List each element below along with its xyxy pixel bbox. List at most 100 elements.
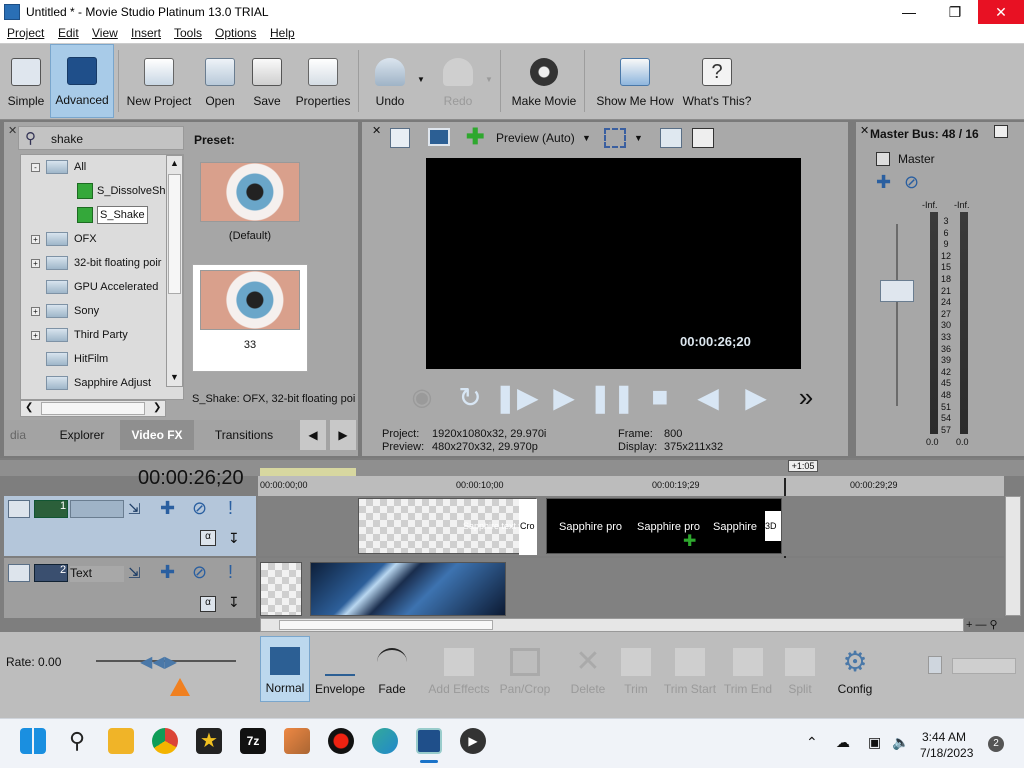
go-to-start-icon[interactable]: ◀	[692, 380, 724, 414]
redo-dropdown[interactable]: ▼	[482, 44, 496, 118]
timeline-scroll-thumb[interactable]	[279, 620, 493, 630]
menu-project[interactable]: Project	[7, 26, 44, 40]
search-icon[interactable]: ⚲	[64, 728, 90, 754]
network-icon[interactable]: ☁	[836, 734, 850, 751]
close-panel-icon[interactable]: ✕	[8, 124, 17, 137]
record-app-icon[interactable]	[328, 728, 354, 754]
solo-icon[interactable]: !	[228, 498, 233, 519]
menu-view[interactable]: View	[92, 26, 118, 40]
advanced-button[interactable]: Advanced	[50, 44, 114, 118]
preset-thumbnail-default[interactable]	[200, 162, 300, 222]
tree-horizontal-scrollbar[interactable]: ❮ ❯	[20, 400, 166, 417]
rate-slider-thumb[interactable]: ◀◀▶	[140, 652, 177, 672]
tab-transitions[interactable]: Transitions	[204, 420, 284, 450]
tree-item[interactable]: + Third Party	[31, 325, 128, 345]
loop-playback-icon[interactable]: ↻	[454, 380, 486, 414]
tree-item[interactable]: GPU Accelerated	[31, 277, 158, 297]
mute-icon[interactable]: ⊘	[192, 562, 207, 583]
close-panel-icon[interactable]: ✕	[372, 124, 381, 137]
menu-options[interactable]: Options	[215, 26, 256, 40]
star-app-icon[interactable]: ★	[196, 728, 222, 754]
chevron-up-icon[interactable]: ⌃	[806, 734, 818, 751]
save-button[interactable]: Save	[246, 44, 288, 118]
time-ruler[interactable]: 00:00:00;00 00:00:10;00 00:00:19;29 00:0…	[258, 476, 1004, 496]
tree-hscroll-thumb[interactable]	[41, 402, 145, 415]
whats-this-button[interactable]: ? What's This?	[682, 44, 752, 118]
fade-tool[interactable]: Fade	[370, 636, 414, 702]
chevron-down-icon[interactable]: ▼	[634, 133, 643, 143]
zoom-slider[interactable]	[952, 658, 1016, 674]
maximize-button[interactable]: ❐	[932, 0, 978, 24]
timeline-clip-small[interactable]	[260, 562, 302, 616]
add-effects-button[interactable]: Add Effects	[426, 636, 492, 702]
track-expand-icon[interactable]	[8, 564, 30, 582]
preview-properties-icon[interactable]	[390, 128, 410, 148]
mute-icon[interactable]: ⊘	[192, 498, 207, 519]
clock-date[interactable]: 7/18/2023	[920, 746, 973, 760]
mixer-properties-icon[interactable]	[994, 125, 1008, 138]
timeline-vertical-scrollbar[interactable]	[1005, 496, 1021, 616]
mute-circle-icon[interactable]: ⊘	[904, 172, 919, 193]
undo-button[interactable]: Undo	[368, 44, 412, 118]
tree-vertical-scrollbar[interactable]: ▲ ▼	[166, 155, 183, 387]
tree-expander-icon[interactable]: -	[31, 162, 40, 172]
media-player-icon[interactable]: ▶	[460, 728, 486, 754]
rate-marker-icon[interactable]	[170, 678, 190, 696]
menu-edit[interactable]: Edit	[58, 26, 79, 40]
solo-icon[interactable]: !	[228, 562, 233, 583]
timeline-horizontal-scrollbar[interactable]	[260, 618, 964, 632]
menu-tools[interactable]: Tools	[174, 26, 202, 40]
menu-insert[interactable]: Insert	[131, 26, 161, 40]
properties-button[interactable]: Properties	[292, 44, 354, 118]
tree-item[interactable]: S_DissolveSh	[77, 181, 165, 201]
track-expand-icon[interactable]	[8, 500, 30, 518]
redo-button[interactable]: Redo	[436, 44, 480, 118]
track-name-field[interactable]: Text	[70, 566, 124, 582]
tab-video-fx[interactable]: Video FX	[120, 420, 194, 450]
copy-snapshot-icon[interactable]	[660, 128, 682, 148]
globe-app-icon[interactable]	[372, 728, 398, 754]
zoom-tool-icon[interactable]	[928, 656, 942, 674]
trim-button[interactable]: Trim	[614, 636, 658, 702]
paint-app-icon[interactable]	[284, 728, 310, 754]
tree-item[interactable]: - All	[31, 157, 86, 177]
monitor-icon[interactable]	[428, 128, 450, 146]
volume-icon[interactable]: 🔈	[892, 734, 909, 751]
preset-thumbnail-33[interactable]	[200, 270, 300, 330]
compositing-alpha-icon[interactable]: α	[200, 530, 216, 546]
track-name-field[interactable]	[70, 500, 124, 518]
preview-quality-dropdown[interactable]: Preview (Auto)	[496, 131, 575, 145]
simple-button[interactable]: Simple	[4, 44, 48, 118]
tree-scroll-thumb[interactable]	[168, 174, 181, 294]
show-me-how-button[interactable]: Show Me How	[592, 44, 678, 118]
tree-item[interactable]: + OFX	[31, 229, 97, 249]
undo-dropdown[interactable]: ▼	[414, 44, 428, 118]
movie-studio-taskbar-icon[interactable]	[416, 728, 442, 754]
display-icon[interactable]: ▣	[868, 734, 881, 751]
pan-crop-button[interactable]: Pan/Crop	[496, 636, 554, 702]
tree-item[interactable]: +32-bit floating poir	[31, 253, 161, 273]
make-movie-button[interactable]: Make Movie	[508, 44, 580, 118]
file-explorer-icon[interactable]	[108, 728, 134, 754]
tree-expander-icon[interactable]: +	[31, 234, 40, 244]
tree-item[interactable]: Sapphire Adjust	[31, 373, 151, 393]
notification-badge[interactable]: 2	[988, 736, 1004, 752]
track-header-video[interactable]: 1 ⇲ ✚ ⊘ ! α ↧	[4, 496, 256, 556]
stop-icon[interactable]: ■	[644, 380, 676, 414]
open-button[interactable]: Open	[198, 44, 242, 118]
move-crosshair-icon[interactable]: ✚	[466, 126, 488, 148]
tab-explorer[interactable]: Explorer	[48, 420, 116, 450]
play-icon[interactable]: ▶	[548, 380, 580, 414]
envelope-edit-tool[interactable]: Envelope	[314, 636, 366, 702]
chevron-down-icon[interactable]: ▼	[582, 133, 591, 143]
menu-help[interactable]: Help	[270, 26, 295, 40]
go-to-end-icon[interactable]: ▶	[740, 380, 772, 414]
windows-start-icon[interactable]	[20, 728, 46, 754]
config-button[interactable]: ⚙ Config	[830, 636, 880, 702]
event-fx-icon[interactable]: ✚	[683, 531, 696, 551]
delete-button[interactable]: ✕ Delete	[566, 636, 610, 702]
play-from-start-icon[interactable]: ❚▶	[494, 380, 539, 414]
track-motion-icon[interactable]: ⇲	[128, 564, 141, 582]
tree-item[interactable]: HitFilm	[31, 349, 108, 369]
loop-region-bar[interactable]	[260, 468, 356, 476]
